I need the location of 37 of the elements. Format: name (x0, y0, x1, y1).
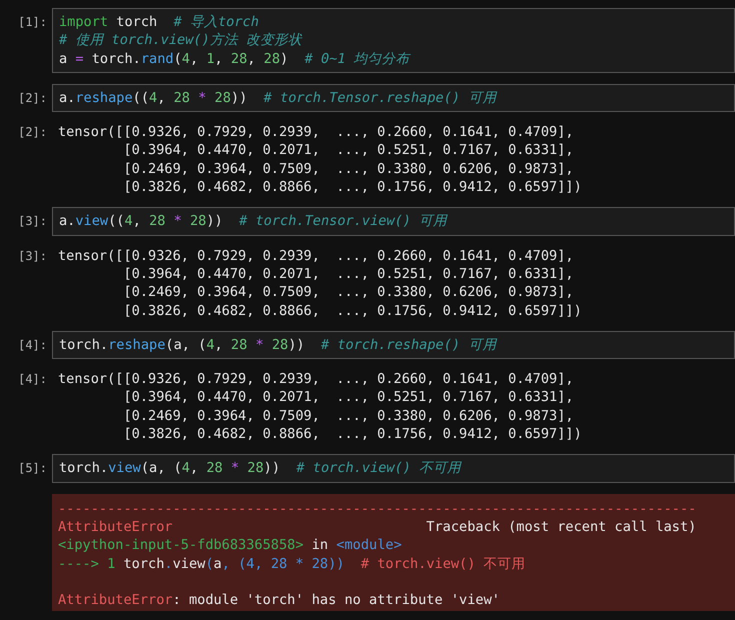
output-line: tensor([[0.9326, 0.7929, 0.2939, ..., 0.2660, 0.1641, 0.4709], (58, 123, 575, 142)
cell-prompt: [1]: (17, 15, 48, 29)
cell-prompt: [4]: (17, 338, 48, 352)
output-line: [0.2469, 0.3964, 0.7509, ..., 0.3380, 0.6206, 0.9873], (122, 283, 575, 302)
cell-prompt: [5]: (17, 461, 48, 476)
output-line: tensor([[0.9326, 0.7929, 0.2939, ..., 0.2660, 0.1641, 0.4709], (58, 370, 575, 388)
code-line: torch.view(a, (4, 28 * 28)) # torch.view() 不可用 (59, 459, 463, 478)
code-cell[interactable]: a.view((4, 28 * 28)) # torch.Tensor.view() 可用 (52, 207, 735, 236)
output-line: [0.2469, 0.3964, 0.7509, ..., 0.3380, 0.6206, 0.9873], (122, 160, 575, 178)
code-cell[interactable]: a.reshape((4, 28 * 28)) # torch.Tensor.reshape() 可用 (52, 84, 735, 112)
code-cell[interactable]: torch.reshape(a, (4, 28 * 28)) # torch.reshape() 可用 (52, 330, 735, 360)
code-line: import torch # 导入torch (59, 13, 260, 32)
code-line: a = torch.rand(4, 1, 28, 28) # 0~1 均匀分布 (59, 50, 412, 68)
traceback-line: ------------------------------------------------------------------------------ (58, 500, 698, 518)
output-line: tensor([[0.9326, 0.7929, 0.2939, ..., 0.2660, 0.1641, 0.4709], (58, 246, 575, 265)
cell-prompt: [3]: (17, 248, 48, 263)
code-line: a.view((4, 28 * 28)) # torch.Tensor.view() 可用 (59, 212, 449, 231)
code-cell[interactable]: import torch # 导入torch # 使用 torch.view()方法 改变形状 a = torch.rand(4, 1, 28, 28) # 0~1 均匀分布 (52, 8, 735, 73)
traceback-line: <ipython-input-5-fdb683365858> in <module> (58, 536, 403, 555)
output-line: [0.3826, 0.4682, 0.8866, ..., 0.1756, 0.9412, 0.6597]]) (122, 178, 583, 196)
cell-prompt: [3]: (17, 214, 48, 228)
traceback-line: AttributeError: module 'torch' has no attribute 'view' (58, 591, 501, 610)
output-line: [0.3964, 0.4470, 0.2071, ..., 0.5251, 0.7167, 0.6331], (122, 264, 575, 284)
code-line: a.reshape((4, 28 * 28)) # torch.Tensor.reshape() 可用 (59, 88, 498, 108)
code-line: # 使用 torch.view()方法 改变形状 (59, 31, 304, 50)
output-line: [0.3964, 0.4470, 0.2071, ..., 0.5251, 0.7167, 0.6331], (122, 388, 575, 407)
cell-prompt: [2]: (17, 125, 48, 140)
traceback-line: AttributeError Traceback (most recent call last) (58, 518, 698, 536)
traceback-line: ----> 1 torch.view(a, (4, 28 * 28)) # torch.view() 不可用 (58, 554, 527, 573)
cell-prompt: [2]: (17, 90, 48, 105)
output-line: [0.3826, 0.4682, 0.8866, ..., 0.1756, 0.9412, 0.6597]]) (122, 302, 583, 320)
output-line: [0.3964, 0.4470, 0.2071, ..., 0.5251, 0.7167, 0.6331], (122, 141, 575, 160)
code-line: torch.reshape(a, (4, 28 * 28)) # torch.reshape() 可用 (59, 336, 498, 354)
code-cell[interactable]: torch.view(a, (4, 28 * 28)) # torch.view() 不可用 (52, 454, 735, 483)
cell-prompt: [4]: (17, 372, 48, 386)
output-line: [0.3826, 0.4682, 0.8866, ..., 0.1756, 0.9412, 0.6597]]) (122, 425, 583, 444)
output-line: [0.2469, 0.3964, 0.7509, ..., 0.3380, 0.6206, 0.9873], (122, 406, 575, 426)
